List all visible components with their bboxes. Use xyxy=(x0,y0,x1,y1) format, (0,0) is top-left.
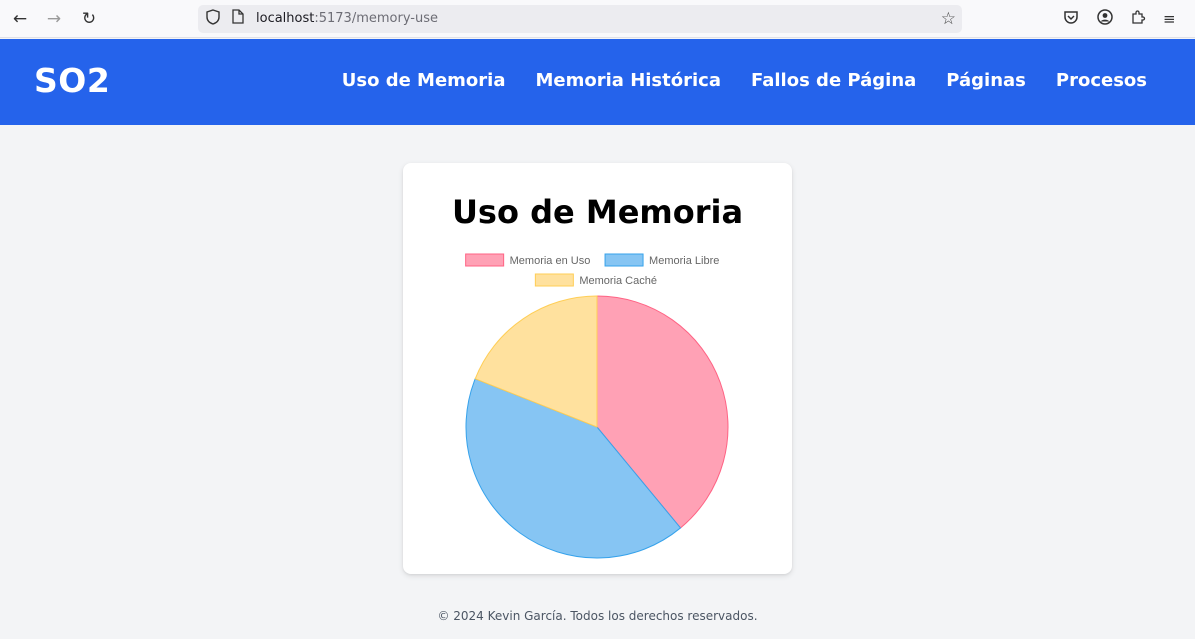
brand-logo[interactable]: SO2 xyxy=(34,61,110,100)
url-host: localhost xyxy=(256,11,315,26)
extensions-icon[interactable] xyxy=(1130,9,1146,30)
account-icon[interactable] xyxy=(1097,9,1113,30)
browser-toolbar: ← → ↻ localhost:5173/memory-use ☆ ≡ xyxy=(0,0,1195,38)
url-path: :5173/memory-use xyxy=(314,11,438,26)
bookmark-star-icon[interactable]: ☆ xyxy=(941,8,956,30)
nav-link-page-faults[interactable]: Fallos de Página xyxy=(751,70,916,91)
pocket-icon[interactable] xyxy=(1063,9,1079,30)
back-icon[interactable]: ← xyxy=(10,9,30,29)
legend-swatch-free[interactable] xyxy=(604,253,644,267)
menu-icon[interactable]: ≡ xyxy=(1163,9,1176,29)
nav-link-pages[interactable]: Páginas xyxy=(946,70,1026,91)
shield-icon[interactable] xyxy=(206,9,220,31)
reload-icon[interactable]: ↻ xyxy=(79,9,99,29)
footer-text: © 2024 Kevin García. Todos los derechos … xyxy=(437,609,758,623)
nav-link-memory-history[interactable]: Memoria Histórica xyxy=(536,70,721,91)
memory-pie-chart: Memoria en Uso Memoria Libre Memoria Caché xyxy=(465,253,729,559)
url-text[interactable]: localhost:5173/memory-use xyxy=(256,10,438,28)
legend-swatch-cache[interactable] xyxy=(534,273,574,287)
app-header: SO2 Uso de Memoria Memoria Histórica Fal… xyxy=(0,39,1195,125)
legend-swatch-in-use[interactable] xyxy=(465,253,505,267)
address-bar[interactable]: localhost:5173/memory-use ☆ xyxy=(198,5,962,33)
legend-label-free[interactable]: Memoria Libre xyxy=(649,255,719,267)
nav-link-memory-use[interactable]: Uso de Memoria xyxy=(342,70,506,91)
nav-link-processes[interactable]: Procesos xyxy=(1056,70,1147,91)
memory-card: Uso de Memoria Memoria en Uso Memoria Lib… xyxy=(403,163,792,574)
legend-label-in-use[interactable]: Memoria en Uso xyxy=(510,255,591,267)
forward-icon[interactable]: → xyxy=(44,9,64,29)
main-nav: Uso de Memoria Memoria Histórica Fallos … xyxy=(342,70,1147,91)
page-icon xyxy=(232,9,244,30)
legend-label-cache[interactable]: Memoria Caché xyxy=(579,275,657,287)
